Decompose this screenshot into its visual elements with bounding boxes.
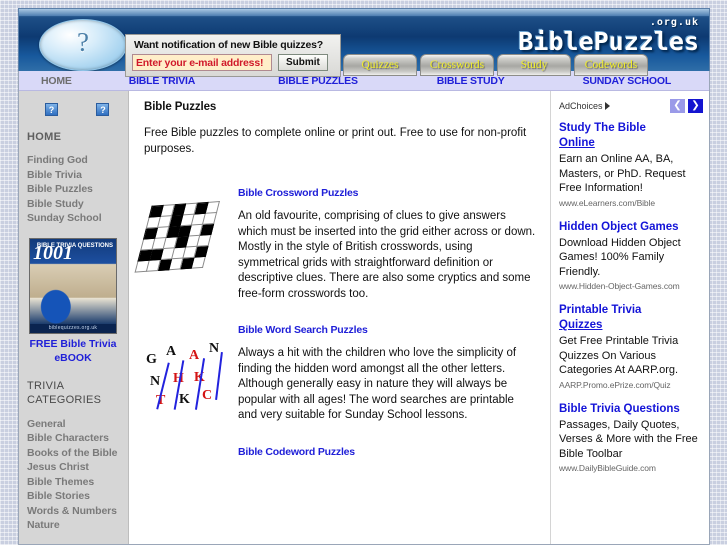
signup-row: Submit [132,54,334,71]
intro-paragraph: Free Bible puzzles to complete online or… [144,127,527,155]
category-bible-stories[interactable]: Bible Stories [27,489,122,504]
section-text: Bible Crossword Puzzles An old favourite… [234,187,536,302]
adchoices-label[interactable]: AdChoices [559,101,610,111]
tab-codewords[interactable]: Codewords [574,54,648,76]
ws-letter: G [146,352,157,367]
broken-image-icon[interactable]: ? [45,103,58,117]
email-input[interactable] [132,54,272,71]
category-bible-characters[interactable]: Bible Characters [27,431,122,446]
ad-url: www.DailyBibleGuide.com [559,463,656,473]
sidebar-item-bible-study[interactable]: Bible Study [27,197,122,212]
section-body-crossword: An old favourite, comprising of clues to… [238,210,536,300]
sidebar-item-bible-trivia[interactable]: Bible Trivia [27,168,122,183]
ebook-cover-footer: biblequizzes.org.uk [30,323,116,333]
ad-title-hidden-object-games[interactable]: Hidden Object Games [559,220,703,235]
crossword-grid-shape [135,200,229,273]
trivia-categories-heading: TRIVIA CATEGORIES [27,379,102,406]
site-body: HOME BIBLE TRIVIA BIBLE PUZZLES BIBLE ST… [18,71,710,545]
ad-item: Printable Trivia Quizzes Get Free Printa… [559,303,703,390]
category-general[interactable]: General [27,417,122,432]
site-page: ? .org.uk BiblePuzzles Want notification… [18,8,710,545]
ad-url: www.eLearners.com/Bible [559,197,655,208]
link-bible-codeword-puzzles[interactable]: Bible Codeword Puzzles [238,446,536,458]
ad-url: AARP.Promo.ePrize.com/Quiz [559,379,671,390]
ws-letter: N [150,374,161,389]
sidebar-item-finding-god[interactable]: Finding God [27,153,122,168]
primary-tabs: Quizzes Crosswords Study Codewords [343,54,648,76]
ws-letter: A [166,344,177,359]
subnav-item-sunday-school[interactable]: SUNDAY SCHOOL [583,75,672,87]
question-mark-ball-icon[interactable]: ? [39,19,127,71]
sidebar-item-bible-puzzles[interactable]: Bible Puzzles [27,182,122,197]
subnav-item-bible-study[interactable]: BIBLE STUDY [437,75,505,87]
crossword-grid-thumbnail[interactable] [135,187,234,302]
link-bible-word-search-puzzles[interactable]: Bible Word Search Puzzles [238,324,536,336]
ad-title-line1: Study The Bible [559,122,646,134]
section-text: Bible Word Search Puzzles Always a hit w… [234,324,536,424]
site-brand[interactable]: .org.uk BiblePuzzles [518,18,699,56]
ad-title-bible-trivia-questions[interactable]: Bible Trivia Questions [559,402,703,417]
prev-arrow-icon[interactable]: ❮ [670,99,685,113]
main-content: Bible Puzzles Free Bible puzzles to comp… [130,91,550,544]
category-books-of-the-bible[interactable]: Books of the Bible [27,446,122,461]
submit-button[interactable]: Submit [278,54,328,71]
brand-name: BiblePuzzles [518,27,699,56]
page-title: Bible Puzzles [144,101,217,113]
ad-pager: ❮ ❯ [670,99,703,113]
left-sidebar: ? ? HOME Finding God Bible Trivia Bible … [19,91,129,544]
tab-study[interactable]: Study [497,54,571,76]
ad-title-line1: Printable Trivia [559,304,642,316]
word-search-thumbnail[interactable]: G A A N N H K T K C [144,324,234,424]
signup-prompt: Want notification of new Bible quizzes? [134,39,323,51]
ad-description: Passages, Daily Quotes, Verses & More wi… [559,418,698,460]
ws-letter: A [189,348,200,363]
ws-letter: N [209,341,220,356]
adchoices-triangle-icon [604,102,610,110]
newsletter-signup-box: Want notification of new Bible quizzes? … [125,34,341,77]
next-arrow-icon[interactable]: ❯ [688,99,703,113]
ad-description: Get Free Printable Trivia Quizzes On Var… [559,335,679,376]
ad-description: Download Hidden Object Games! 100% Famil… [559,236,681,278]
ad-title-line2: Online [559,137,595,149]
link-bible-crossword-puzzles[interactable]: Bible Crossword Puzzles [238,187,536,199]
ebook-cover-subtitle: BIBLE TRIVIA QUESTIONS [36,242,113,249]
ad-title-line2: Quizzes [559,319,603,331]
ad-title-printable-trivia-quizzes[interactable]: Printable Trivia Quizzes [559,303,703,333]
category-nature[interactable]: Nature [27,518,122,533]
section-text: Bible Codeword Puzzles [234,446,536,468]
codeword-thumbnail-placeholder [144,446,234,468]
broken-image-icon[interactable]: ? [96,103,110,117]
section-bible-codeword-puzzles: Bible Codeword Puzzles [144,446,536,468]
word-search-shape: G A A N N H K T K C [144,340,228,412]
category-bible-themes[interactable]: Bible Themes [27,475,122,490]
sidebar-item-home[interactable]: HOME [27,131,122,143]
ebook-caption-link[interactable]: FREE Bible Trivia eBOOK [27,337,119,365]
adchoices-row: AdChoices ❮ ❯ [559,99,703,113]
category-words-and-numbers[interactable]: Words & Numbers [27,504,122,519]
sidebar-item-sunday-school[interactable]: Sunday School [27,211,122,226]
subnav-item-home[interactable]: HOME [41,75,72,87]
tab-crosswords[interactable]: Crosswords [420,54,494,76]
question-mark-glyph: ? [77,27,89,57]
tab-quizzes[interactable]: Quizzes [343,54,417,76]
ebook-cover-image[interactable]: 1001 BIBLE TRIVIA QUESTIONS biblequizzes… [29,237,117,334]
ad-item: Bible Trivia Questions Passages, Daily Q… [559,402,703,474]
section-bible-word-search-puzzles: G A A N N H K T K C [144,324,536,424]
ad-sidebar: AdChoices ❮ ❯ Study The Bible Online Ear… [550,91,709,544]
section-body-wordsearch: Always a hit with the children who love … [238,347,517,421]
ws-line [215,352,223,400]
category-jesus-christ[interactable]: Jesus Christ [27,460,122,475]
ws-letter: C [202,388,213,403]
ws-letter: K [179,392,190,407]
ad-description: Earn an Online AA, BA, Masters, or PhD. … [559,153,686,194]
ad-item: Study The Bible Online Earn an Online AA… [559,121,703,208]
section-bible-crossword-puzzles: Bible Crossword Puzzles An old favourite… [135,187,536,302]
adchoices-text: AdChoices [559,101,603,111]
sidebar-broken-images: ? ? [45,101,122,119]
ad-url: www.Hidden-Object-Games.com [559,281,680,291]
header-shine [19,9,709,16]
ad-title-study-the-bible-online[interactable]: Study The Bible Online [559,121,703,151]
ad-item: Hidden Object Games Download Hidden Obje… [559,220,703,292]
